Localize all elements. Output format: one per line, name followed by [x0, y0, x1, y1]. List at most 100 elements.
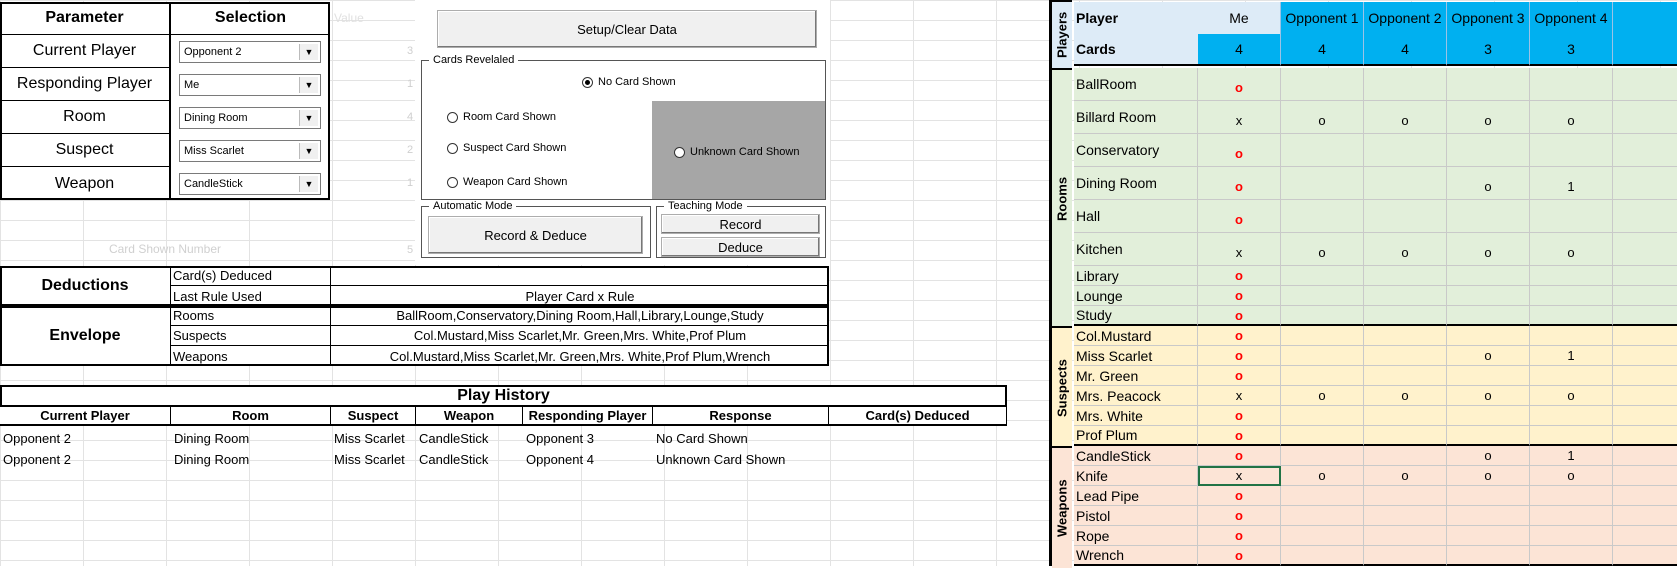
tracker-mark[interactable] — [1447, 526, 1530, 546]
tracker-mark[interactable]: o — [1198, 134, 1281, 167]
tracker-mark[interactable]: o — [1364, 233, 1447, 266]
tracker-mark[interactable]: o — [1198, 486, 1281, 506]
tracker-mark[interactable]: x — [1198, 233, 1281, 266]
tracker-mark[interactable]: o — [1198, 167, 1281, 200]
tracker-mark[interactable] — [1281, 426, 1364, 446]
tracker-mark[interactable]: o — [1198, 546, 1281, 566]
chevron-down-icon[interactable]: ▼ — [299, 176, 318, 192]
tracker-mark[interactable] — [1530, 200, 1613, 233]
tracker-mark[interactable]: o — [1198, 68, 1281, 101]
record-button[interactable]: Record — [661, 214, 820, 234]
tracker-mark[interactable]: o — [1198, 200, 1281, 233]
param-select[interactable]: Dining Room ▼ — [179, 107, 321, 129]
tracker-mark[interactable] — [1530, 286, 1613, 306]
tracker-mark[interactable] — [1281, 200, 1364, 233]
tracker-mark[interactable] — [1530, 406, 1613, 426]
radio-no-card[interactable]: No Card Shown — [582, 76, 676, 88]
chevron-down-icon[interactable]: ▼ — [299, 110, 318, 126]
tracker-mark[interactable] — [1281, 526, 1364, 546]
tracker-mark[interactable]: o — [1198, 526, 1281, 546]
tracker-mark[interactable]: o — [1447, 346, 1530, 366]
deduce-button[interactable]: Deduce — [661, 237, 820, 257]
tracker-mark[interactable]: o — [1447, 386, 1530, 406]
tracker-mark[interactable]: 1 — [1530, 346, 1613, 366]
tracker-mark[interactable] — [1530, 68, 1613, 101]
tracker-mark[interactable]: o — [1198, 286, 1281, 306]
tracker-mark[interactable] — [1447, 286, 1530, 306]
tracker-mark[interactable]: o — [1198, 426, 1281, 446]
chevron-down-icon[interactable]: ▼ — [299, 44, 318, 60]
tracker-mark[interactable]: o — [1530, 233, 1613, 266]
tracker-mark[interactable] — [1364, 426, 1447, 446]
tracker-mark[interactable] — [1447, 366, 1530, 386]
tracker-mark[interactable]: o — [1447, 167, 1530, 200]
tracker-mark[interactable] — [1281, 306, 1364, 326]
tracker-mark[interactable]: o — [1198, 346, 1281, 366]
chevron-down-icon[interactable]: ▼ — [299, 77, 318, 93]
record-deduce-button[interactable]: Record & Deduce — [428, 216, 643, 254]
tracker-mark[interactable] — [1447, 426, 1530, 446]
tracker-mark[interactable]: o — [1447, 466, 1530, 486]
tracker-mark[interactable] — [1281, 366, 1364, 386]
tracker-mark[interactable] — [1530, 326, 1613, 346]
tracker-mark[interactable]: o — [1447, 101, 1530, 134]
tracker-mark[interactable]: o — [1281, 101, 1364, 134]
tracker-mark[interactable]: x — [1198, 466, 1281, 486]
tracker-mark[interactable]: o — [1281, 233, 1364, 266]
tracker-mark[interactable] — [1364, 306, 1447, 326]
tracker-mark[interactable] — [1281, 406, 1364, 426]
chevron-down-icon[interactable]: ▼ — [299, 143, 318, 159]
tracker-mark[interactable] — [1364, 446, 1447, 466]
tracker-mark[interactable] — [1530, 426, 1613, 446]
tracker-mark[interactable]: o — [1198, 326, 1281, 346]
tracker-mark[interactable] — [1530, 486, 1613, 506]
tracker-mark[interactable]: o — [1198, 446, 1281, 466]
tracker-mark[interactable] — [1281, 546, 1364, 566]
tracker-mark[interactable]: o — [1198, 266, 1281, 286]
radio-unknown-card[interactable]: Unknown Card Shown — [674, 146, 799, 158]
tracker-mark[interactable] — [1281, 506, 1364, 526]
tracker-mark[interactable] — [1447, 406, 1530, 426]
tracker-mark[interactable] — [1364, 486, 1447, 506]
tracker-mark[interactable]: 1 — [1530, 446, 1613, 466]
tracker-mark[interactable]: o — [1198, 306, 1281, 326]
param-select[interactable]: Miss Scarlet ▼ — [179, 140, 321, 162]
tracker-mark[interactable] — [1447, 546, 1530, 566]
tracker-mark[interactable] — [1281, 266, 1364, 286]
tracker-mark[interactable]: o — [1198, 506, 1281, 526]
tracker-mark[interactable] — [1447, 306, 1530, 326]
tracker-mark[interactable]: o — [1281, 386, 1364, 406]
tracker-mark[interactable] — [1364, 266, 1447, 286]
radio-room-card[interactable]: Room Card Shown — [447, 111, 556, 123]
tracker-mark[interactable] — [1447, 134, 1530, 167]
tracker-mark[interactable]: o — [1198, 406, 1281, 426]
radio-weapon-card[interactable]: Weapon Card Shown — [447, 176, 567, 188]
tracker-mark[interactable] — [1530, 134, 1613, 167]
tracker-mark[interactable] — [1364, 68, 1447, 101]
tracker-mark[interactable] — [1281, 68, 1364, 101]
tracker-mark[interactable] — [1530, 506, 1613, 526]
tracker-mark[interactable] — [1364, 366, 1447, 386]
tracker-mark[interactable] — [1281, 286, 1364, 306]
tracker-mark[interactable] — [1447, 326, 1530, 346]
tracker-mark[interactable]: o — [1530, 101, 1613, 134]
tracker-mark[interactable] — [1364, 506, 1447, 526]
tracker-mark[interactable] — [1364, 406, 1447, 426]
tracker-mark[interactable] — [1447, 68, 1530, 101]
tracker-mark[interactable]: o — [1364, 101, 1447, 134]
tracker-mark[interactable] — [1530, 366, 1613, 386]
tracker-mark[interactable]: o — [1447, 446, 1530, 466]
tracker-mark[interactable] — [1281, 486, 1364, 506]
tracker-mark[interactable] — [1281, 326, 1364, 346]
tracker-mark[interactable]: o — [1530, 386, 1613, 406]
tracker-mark[interactable] — [1281, 446, 1364, 466]
tracker-mark[interactable] — [1530, 306, 1613, 326]
tracker-mark[interactable]: 1 — [1530, 167, 1613, 200]
tracker-mark[interactable]: o — [1364, 466, 1447, 486]
setup-clear-button[interactable]: Setup/Clear Data — [437, 10, 817, 48]
param-select[interactable]: Opponent 2 ▼ — [179, 41, 321, 63]
tracker-mark[interactable] — [1281, 346, 1364, 366]
tracker-mark[interactable] — [1364, 526, 1447, 546]
tracker-mark[interactable] — [1447, 266, 1530, 286]
tracker-mark[interactable] — [1447, 486, 1530, 506]
